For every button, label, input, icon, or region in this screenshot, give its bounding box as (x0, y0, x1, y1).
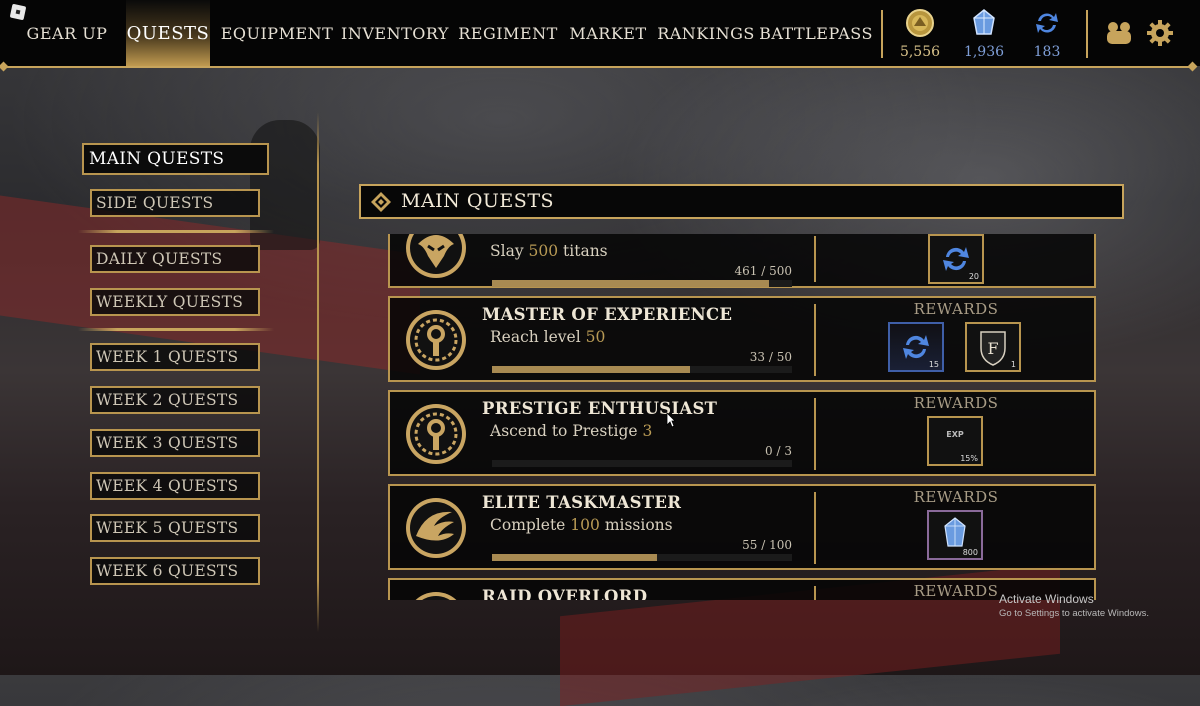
svg-text:F: F (987, 339, 998, 358)
quest-list[interactable]: Slay 500 titans 461 / 500 20 MASTER OF E… (388, 234, 1096, 600)
quest-progress-text: 55 / 100 (742, 538, 792, 552)
quest-card[interactable]: PRESTIGE ENTHUSIAST Ascend to Prestige 3… (388, 390, 1096, 476)
activate-windows-watermark: Activate Windows (999, 592, 1094, 606)
quest-progress-fill (492, 366, 690, 373)
nav-divider (1086, 10, 1088, 58)
quest-progress-bar (492, 460, 792, 467)
quest-desc-text: Complete (490, 516, 566, 534)
gold-amount: 5,556 (899, 44, 941, 60)
reward-amount: 20 (968, 272, 979, 281)
tab-battlepass[interactable]: BATTLEPASS (759, 0, 872, 66)
quest-progress-text: 461 / 500 (734, 264, 792, 278)
tab-quests[interactable]: QUESTS (126, 0, 210, 66)
reward-amount: 800 (962, 548, 978, 557)
reward-amount: 15 (928, 360, 939, 369)
tab-market[interactable]: MARKET (569, 0, 646, 66)
main-quests-title: MAIN QUESTS (401, 190, 555, 212)
tab-inventory[interactable]: INVENTORY (341, 0, 448, 66)
quest-name: RAID OVERLORD (482, 587, 648, 600)
activate-windows-hint: Go to Settings to activate Windows. (999, 608, 1149, 619)
quest-description: Complete 100 missions (490, 516, 673, 534)
experience-emblem-icon (406, 310, 466, 370)
sidebar-item-week-4[interactable]: WEEK 4 QUESTS (90, 472, 260, 500)
reward-crystal[interactable]: 800 (927, 510, 983, 560)
quest-desc-text: Ascend to Prestige (490, 422, 638, 440)
raid-emblem-icon (415, 592, 457, 600)
nav-underline (4, 66, 1196, 68)
spin-currency: 183 (1017, 6, 1077, 62)
reward-title[interactable]: F 1 (965, 322, 1021, 372)
tab-rankings[interactable]: RANKINGS (657, 0, 754, 66)
tab-equipment[interactable]: EQUIPMENT (221, 0, 333, 66)
panel-divider (317, 112, 319, 632)
reward-divider (814, 236, 816, 282)
reward-exp-boost[interactable]: EXP 15% (927, 416, 983, 466)
sidebar-item-daily-quests[interactable]: DAILY QUESTS (90, 245, 260, 273)
reward-amount: 15% (960, 454, 978, 463)
sidebar-item-weekly-quests[interactable]: WEEKLY QUESTS (90, 288, 260, 316)
quest-progress-fill (492, 554, 657, 561)
crystal-amount: 1,936 (963, 44, 1005, 60)
quest-progress-text: 33 / 50 (749, 350, 792, 364)
main-quests-header: MAIN QUESTS (359, 184, 1124, 219)
sidebar-divider (78, 230, 274, 233)
sidebar-item-week-6[interactable]: WEEK 6 QUESTS (90, 557, 260, 585)
exp-boost-icon: EXP (946, 430, 964, 439)
quest-card[interactable]: RAID OVERLORD REWARDS (388, 578, 1096, 600)
sidebar-item-week-1[interactable]: WEEK 1 QUESTS (90, 343, 260, 371)
titan-emblem-icon (406, 234, 466, 278)
nav-divider (881, 10, 883, 58)
quest-card[interactable]: Slay 500 titans 461 / 500 20 (388, 234, 1096, 288)
quest-name: ELITE TASKMASTER (482, 493, 682, 512)
tab-regiment[interactable]: REGIMENT (458, 0, 557, 66)
quest-name: MASTER OF EXPERIENCE (482, 305, 733, 324)
prestige-emblem-icon (406, 404, 466, 464)
quest-target: 50 (585, 328, 606, 346)
rewards-label: REWARDS (913, 488, 999, 506)
quest-desc-text: Slay (490, 242, 524, 260)
taskmaster-emblem-icon (406, 498, 466, 558)
quest-progress-bar (492, 366, 792, 373)
quest-progress-bar (492, 280, 792, 287)
quest-card[interactable]: ELITE TASKMASTER Complete 100 missions 5… (388, 484, 1096, 570)
crystal-icon (973, 9, 995, 35)
sidebar-divider (78, 328, 274, 331)
roblox-icon[interactable] (9, 3, 27, 21)
mouse-cursor-icon (666, 412, 676, 428)
crystal-currency: 1,936 (954, 6, 1014, 62)
sidebar-item-main-quests[interactable]: MAIN QUESTS (82, 143, 269, 175)
quest-description: Reach level 50 (490, 328, 605, 346)
friends-icon[interactable] (1104, 19, 1134, 47)
spin-icon (1036, 13, 1058, 33)
sidebar-item-side-quests[interactable]: SIDE QUESTS (90, 189, 260, 217)
quest-progress-bar (492, 554, 792, 561)
reward-amount: 1 (1010, 360, 1016, 369)
tab-gear-up[interactable]: GEAR UP (26, 0, 108, 66)
reward-spin[interactable]: 15 (888, 322, 944, 372)
diamond-ornament-icon (371, 192, 391, 212)
quest-target: 100 (570, 516, 600, 534)
quest-card[interactable]: MASTER OF EXPERIENCE Reach level 50 33 /… (388, 296, 1096, 382)
quest-description: Slay 500 titans (490, 242, 608, 260)
gold-currency: 5,556 (890, 6, 950, 62)
spin-amount: 183 (1033, 44, 1061, 60)
quest-target: 3 (642, 422, 653, 440)
quest-target: 500 (528, 242, 559, 260)
quest-description: Ascend to Prestige 3 (490, 422, 652, 440)
rewards-label: REWARDS (913, 394, 999, 412)
sidebar-item-week-3[interactable]: WEEK 3 QUESTS (90, 429, 260, 457)
quest-progress-fill (492, 280, 769, 287)
gold-coin-icon (906, 9, 934, 37)
reward-spin[interactable]: 20 (928, 234, 984, 284)
quest-desc-text: titans (563, 242, 608, 260)
sidebar-item-week-2[interactable]: WEEK 2 QUESTS (90, 386, 260, 414)
sidebar-item-week-5[interactable]: WEEK 5 QUESTS (90, 514, 260, 542)
quest-progress-text: 0 / 3 (765, 444, 792, 458)
settings-gear-icon[interactable] (1146, 19, 1174, 47)
rewards-label: REWARDS (913, 300, 999, 318)
quest-desc-text: Reach level (490, 328, 581, 346)
quest-desc-text: missions (604, 516, 673, 534)
quest-name: PRESTIGE ENTHUSIAST (482, 399, 718, 418)
